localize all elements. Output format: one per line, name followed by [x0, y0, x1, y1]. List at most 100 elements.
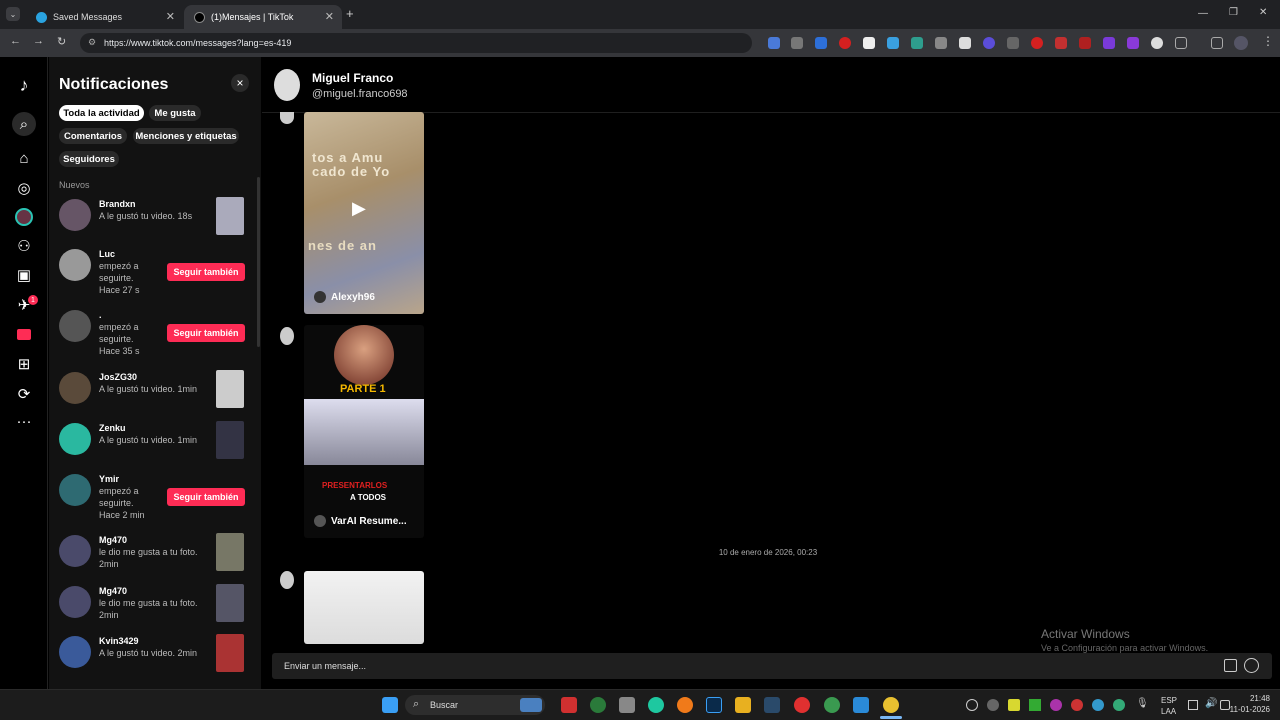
notification-username[interactable]: Ymir [99, 474, 119, 484]
notification-item[interactable]: Mg470 le dio me gusta a tu foto. 2min [59, 584, 259, 624]
close-tab-icon[interactable]: ✕ [166, 10, 175, 23]
profile-icon[interactable]: ⟳ [12, 382, 36, 406]
extension-icon[interactable] [983, 37, 995, 49]
notification-item[interactable]: . empezó a seguirte. Hace 35 s Seguir ta… [59, 308, 259, 358]
notification-username[interactable]: Luc [99, 249, 115, 259]
extension-icon[interactable] [1007, 37, 1019, 49]
tray-icon[interactable] [1071, 699, 1083, 711]
minimize-window-icon[interactable]: — [1198, 8, 1208, 19]
close-notifications-button[interactable]: × [231, 74, 249, 92]
tiktok-logo-icon[interactable]: ♪ [12, 73, 36, 97]
video-thumbnail[interactable] [216, 370, 244, 408]
opera-icon[interactable] [794, 697, 810, 713]
forward-icon[interactable]: → [33, 35, 44, 47]
tab-tiktok-messages[interactable]: (1)Mensajes | TikTok ✕ [184, 5, 342, 29]
tab-search-icon[interactable]: ⌄ [6, 7, 20, 21]
extension-icon[interactable] [815, 37, 827, 49]
back-icon[interactable]: ← [10, 35, 21, 47]
reading-list-icon[interactable] [1211, 37, 1223, 49]
explore-compass-icon[interactable]: ◎ [12, 176, 36, 200]
follow-back-button[interactable]: Seguir también [167, 488, 245, 506]
video-thumbnail[interactable] [216, 634, 244, 672]
filter-comments[interactable]: Comentarios [59, 128, 127, 144]
chrome-icon[interactable] [824, 697, 840, 713]
avatar[interactable] [59, 535, 91, 567]
firefox-icon[interactable] [677, 697, 693, 713]
taskbar-search[interactable]: ⌕ Buscar [405, 695, 545, 715]
notification-item[interactable]: Luc empezó a seguirte. Hace 27 s Seguir … [59, 247, 259, 297]
shared-video-card[interactable] [304, 571, 424, 644]
app-icon[interactable] [648, 697, 664, 713]
notification-username[interactable]: Mg470 [99, 535, 127, 545]
app-icon[interactable] [561, 697, 577, 713]
following-icon[interactable]: ⚇ [12, 234, 36, 258]
site-info-icon[interactable]: ⚙ [88, 37, 96, 48]
extension-icon[interactable] [1031, 37, 1043, 49]
extension-icon[interactable] [1151, 37, 1163, 49]
notification-username[interactable]: . [99, 310, 102, 320]
address-bar[interactable]: ⚙ https://www.tiktok.com/messages?lang=e… [80, 33, 752, 53]
app-icon[interactable] [853, 697, 869, 713]
live-avatar-icon[interactable] [12, 205, 36, 229]
extension-icon[interactable] [1055, 37, 1067, 49]
photo-thumbnail[interactable] [216, 533, 244, 571]
message-input[interactable]: Enviar un mensaje... [272, 653, 1272, 679]
home-icon[interactable]: ⌂ [12, 146, 36, 170]
language-top[interactable]: ESP [1161, 696, 1177, 705]
app-icon[interactable] [764, 697, 780, 713]
avatar[interactable] [59, 372, 91, 404]
language-bottom[interactable]: LAA [1161, 707, 1176, 716]
contact-handle[interactable]: @miguel.franco698 [312, 88, 408, 100]
follow-back-button[interactable]: Seguir también [167, 263, 245, 281]
more-icon[interactable]: ··· [12, 409, 36, 433]
windows-start-icon[interactable] [382, 697, 398, 713]
contact-avatar[interactable] [274, 69, 300, 101]
notification-username[interactable]: Mg470 [99, 586, 127, 596]
extension-icon[interactable] [935, 37, 947, 49]
extension-icon[interactable] [791, 37, 803, 49]
avatar[interactable] [59, 636, 91, 668]
notification-item[interactable]: JosZG30 A le gustó tu video. 1min [59, 370, 259, 410]
extension-icon[interactable] [959, 37, 971, 49]
photo-thumbnail[interactable] [216, 584, 244, 622]
clock-date[interactable]: 11-01-2026 [1228, 705, 1270, 714]
clock-time[interactable]: 21:48 [1240, 694, 1270, 703]
browser-menu-icon[interactable]: ⋮ [1262, 34, 1274, 48]
photoshop-icon[interactable] [706, 697, 722, 713]
extension-icon[interactable] [839, 37, 851, 49]
tray-icon[interactable] [987, 699, 999, 711]
avatar[interactable] [59, 586, 91, 618]
notification-item[interactable]: Zenku A le gustó tu video. 1min [59, 421, 259, 461]
image-upload-icon[interactable] [1224, 659, 1237, 672]
tray-icon[interactable] [1113, 699, 1125, 711]
contact-name[interactable]: Miguel Franco [312, 71, 393, 85]
tray-icon[interactable] [966, 699, 978, 711]
reload-icon[interactable]: ↻ [57, 35, 66, 48]
video-thumbnail[interactable] [216, 421, 244, 459]
notification-username[interactable]: Zenku [99, 423, 126, 433]
notification-item[interactable]: Kvin3429 A le gustó tu video. 2min [59, 634, 259, 674]
tray-icon[interactable] [1092, 699, 1104, 711]
follow-back-button[interactable]: Seguir también [167, 324, 245, 342]
extensions-puzzle-icon[interactable] [1175, 37, 1187, 49]
tray-icon[interactable] [1050, 699, 1062, 711]
tab-saved-messages[interactable]: Saved Messages ✕ [26, 5, 183, 29]
microphone-icon[interactable]: 🎙 [1136, 698, 1149, 709]
notification-username[interactable]: JosZG30 [99, 372, 137, 382]
notification-username[interactable]: Kvin3429 [99, 636, 139, 646]
search-icon[interactable]: ⌕ [12, 112, 36, 136]
shared-video-card[interactable]: tos a Amu cado de Yo ▶ nes de an Alexyh9… [304, 112, 424, 314]
tray-icon[interactable] [1008, 699, 1020, 711]
avatar[interactable] [59, 310, 91, 342]
chrome-active-icon[interactable] [883, 697, 899, 713]
extension-icon[interactable] [1079, 37, 1091, 49]
volume-icon[interactable]: 🔊 [1205, 698, 1217, 709]
play-icon[interactable]: ▶ [352, 198, 366, 219]
avatar[interactable] [59, 249, 91, 281]
avatar[interactable] [59, 423, 91, 455]
notification-username[interactable]: Brandxn [99, 199, 136, 209]
app-icon[interactable] [590, 697, 606, 713]
extension-icon[interactable] [887, 37, 899, 49]
profile-avatar-icon[interactable] [1234, 36, 1248, 50]
extension-icon[interactable] [1127, 37, 1139, 49]
